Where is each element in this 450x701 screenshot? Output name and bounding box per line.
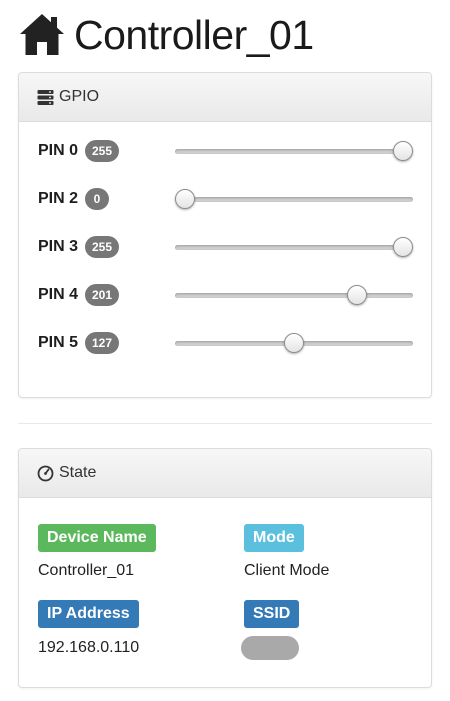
slider-track[interactable]: [175, 197, 413, 202]
mode-label: Mode: [244, 524, 304, 552]
dashboard-icon: [37, 465, 54, 481]
pin-slider[interactable]: [175, 328, 413, 358]
ssid-label: SSID: [244, 600, 300, 628]
pin-slider[interactable]: [175, 280, 413, 310]
pin-row: PIN 3 255: [19, 232, 431, 262]
pin-label: PIN 0: [38, 142, 79, 159]
pin-label: PIN 4: [38, 286, 79, 303]
device-name-label: Device Name: [38, 524, 156, 552]
pin-slider[interactable]: [175, 184, 413, 214]
pin-label: PIN 3: [38, 238, 79, 255]
state-heading-label: State: [59, 464, 97, 481]
slider-thumb[interactable]: [175, 189, 195, 209]
pin-label: PIN 2: [38, 190, 79, 207]
slider-thumb[interactable]: [346, 285, 367, 305]
device-name-value: Controller_01: [38, 562, 135, 579]
pin-slider[interactable]: [175, 136, 413, 166]
pin-slider[interactable]: [175, 232, 413, 262]
slider-track[interactable]: [175, 149, 413, 154]
pin-row: PIN 2 0: [19, 184, 431, 214]
page-header: Controller_01: [18, 8, 314, 62]
pin-value-badge: 255: [85, 140, 120, 162]
home-icon: [20, 14, 64, 55]
mode-value: Client Mode: [244, 562, 330, 579]
pin-label: PIN 5: [38, 334, 79, 351]
page-title: Controller_01: [74, 12, 314, 58]
ip-address-value: 192.168.0.110: [38, 639, 140, 656]
section-divider: [18, 423, 432, 424]
gpio-panel-heading: GPIO: [19, 73, 431, 122]
gpio-panel: GPIO PIN 0 255 PIN 2 0 PIN 3 255 PIN 4 201 PIN 5…: [18, 72, 432, 398]
ssid-value-badge: [241, 636, 299, 660]
ip-address-label: IP Address: [38, 600, 139, 628]
slider-track[interactable]: [175, 245, 413, 250]
pin-value-badge: 201: [85, 284, 120, 306]
pin-row: PIN 0 255: [19, 136, 431, 166]
server-icon: [37, 89, 54, 105]
state-panel-heading: State: [19, 449, 431, 498]
slider-thumb[interactable]: [393, 237, 413, 257]
pin-row: PIN 4 201: [19, 280, 431, 310]
gpio-heading-label: GPIO: [59, 88, 100, 105]
pin-value-badge: 127: [85, 332, 120, 354]
slider-thumb[interactable]: [283, 333, 304, 353]
pin-row: PIN 5 127: [19, 328, 431, 358]
pin-value-badge: 0: [85, 188, 109, 210]
state-panel: State Device Name Controller_01 Mode Cli…: [18, 448, 432, 688]
slider-thumb[interactable]: [393, 141, 413, 161]
slider-track[interactable]: [175, 293, 413, 298]
pin-value-badge: 255: [85, 236, 120, 258]
